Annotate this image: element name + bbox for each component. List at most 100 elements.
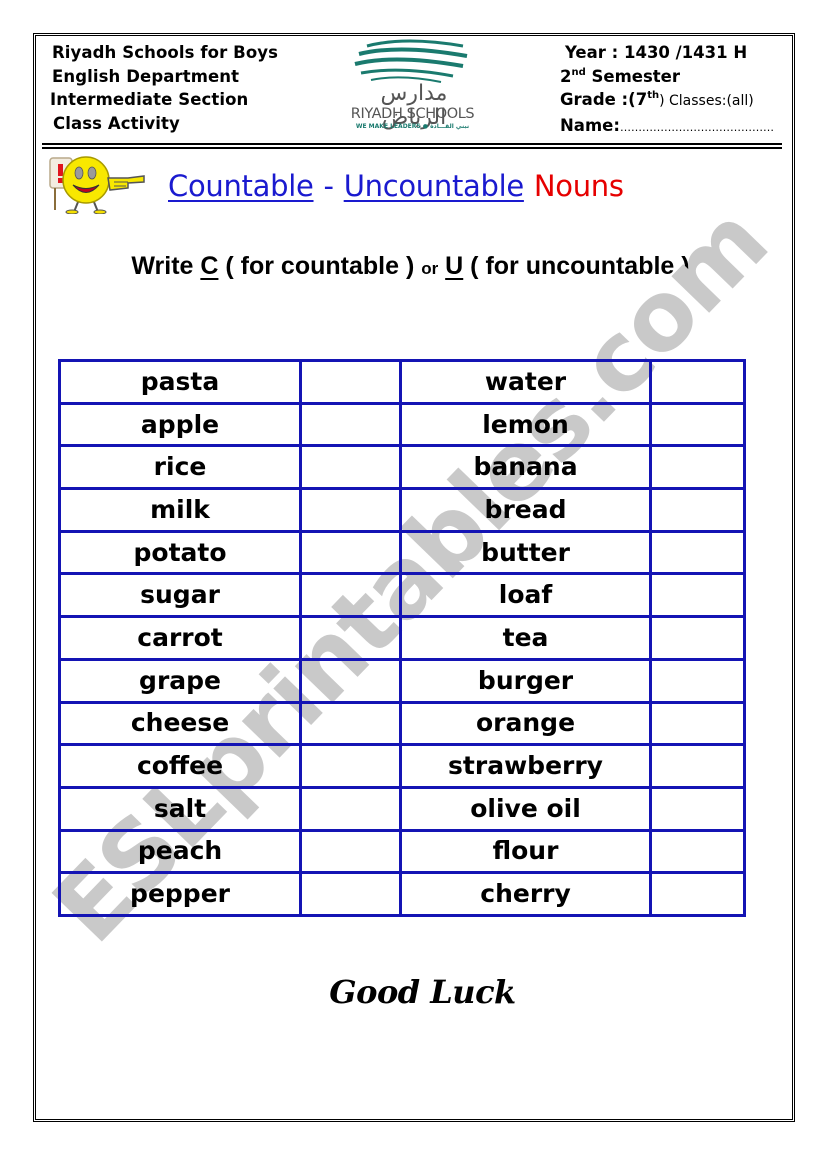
noun-cell-left: sugar xyxy=(57,572,303,619)
title-dash: - xyxy=(323,169,334,203)
answer-cell-right[interactable] xyxy=(648,572,747,619)
answer-cell-left[interactable] xyxy=(299,871,403,917)
school-info: Riyadh Schools for Boys English Departme… xyxy=(50,41,279,135)
noun-cell-right: bread xyxy=(399,487,652,533)
answer-cell-right[interactable] xyxy=(648,359,747,405)
instruction-for-uncountable: ( for uncountable ) xyxy=(463,252,690,280)
table-row: grape burger xyxy=(57,657,747,704)
table-row: cheese orange xyxy=(57,700,747,747)
table-row: peach flour xyxy=(57,828,747,875)
noun-cell-right: strawberry xyxy=(399,743,652,789)
noun-cell-left: potato xyxy=(57,529,303,576)
section: Intermediate Section xyxy=(50,90,249,109)
semester-number: 2 xyxy=(560,66,572,86)
noun-cell-right: lemon xyxy=(399,401,652,448)
table-row: carrot tea xyxy=(57,615,747,661)
noun-cell-right: water xyxy=(399,359,652,405)
table-row: sugar loaf xyxy=(57,572,747,619)
classes: Classes:(all) xyxy=(664,93,754,109)
table-row: rice banana xyxy=(57,444,747,491)
answer-cell-right[interactable] xyxy=(648,743,747,789)
answer-cell-right[interactable] xyxy=(648,444,747,491)
noun-cell-left: salt xyxy=(57,785,303,832)
noun-cell-right: cherry xyxy=(399,871,652,917)
answer-cell-left[interactable] xyxy=(299,700,403,747)
table-row: pasta water xyxy=(57,359,747,405)
student-name-field[interactable]: Name:…………………………………… xyxy=(560,114,774,140)
semester-label: Semester xyxy=(585,66,681,86)
title-uncountable: Uncountable xyxy=(343,169,525,203)
answer-cell-right[interactable] xyxy=(648,871,747,917)
smiley-pointing-mascot-icon xyxy=(46,152,148,215)
instruction-or: or xyxy=(421,259,439,278)
department: English Department xyxy=(52,66,240,86)
title-countable: Countable xyxy=(168,169,314,203)
noun-cell-left: apple xyxy=(57,401,303,448)
noun-cell-right: butter xyxy=(399,529,652,576)
answer-cell-left[interactable] xyxy=(299,401,403,448)
noun-cell-left: cheese xyxy=(57,700,303,747)
instruction: Write C ( for countable ) or U ( for unc… xyxy=(0,248,821,287)
nouns-table: pasta water apple lemon rice banana milk bread p… xyxy=(57,359,747,917)
noun-cell-right: banana xyxy=(399,444,652,491)
answer-cell-left[interactable] xyxy=(299,444,403,491)
answer-cell-left[interactable] xyxy=(299,529,403,576)
answer-cell-left[interactable] xyxy=(299,828,403,875)
instruction-c-letter: C xyxy=(200,252,219,280)
noun-cell-left: milk xyxy=(57,487,303,533)
noun-cell-left: rice xyxy=(57,444,303,491)
table-row: apple lemon xyxy=(57,401,747,448)
academic-year: Year : 1430 /1431 H xyxy=(565,43,748,62)
table-row: pepper cherry xyxy=(57,871,747,917)
answer-cell-right[interactable] xyxy=(648,401,747,448)
title-nouns: Nouns xyxy=(533,169,624,203)
logo-tagline: WE MAKE LEADERS ● نبني القـــادة xyxy=(355,123,470,130)
grade-ordinal: th xyxy=(647,90,660,101)
header-separator xyxy=(42,143,782,149)
good-luck-message: Good Luck xyxy=(329,973,516,1011)
answer-cell-left[interactable] xyxy=(299,785,403,832)
semester-ordinal: nd xyxy=(571,66,586,78)
table-row: coffee strawberry xyxy=(57,743,747,789)
instruction-for-countable: ( for countable ) xyxy=(218,252,422,280)
noun-cell-right: loaf xyxy=(399,572,652,619)
answer-cell-right[interactable] xyxy=(648,657,747,704)
noun-cell-left: grape xyxy=(57,657,303,704)
answer-cell-right[interactable] xyxy=(648,487,747,533)
grade: Grade :(7th) Classes:(all) xyxy=(560,88,774,114)
table-row: milk bread xyxy=(57,487,747,533)
answer-cell-left[interactable] xyxy=(299,572,403,619)
noun-cell-left: pepper xyxy=(57,871,303,917)
answer-cell-left[interactable] xyxy=(299,359,403,405)
answer-cell-right[interactable] xyxy=(648,828,747,875)
answer-cell-left[interactable] xyxy=(299,657,403,704)
class-info: Year : 1430 /1431 H 2nd Semester Grade :… xyxy=(560,41,774,139)
noun-cell-right: olive oil xyxy=(399,785,652,832)
noun-cell-left: pasta xyxy=(57,359,303,405)
noun-cell-right: flour xyxy=(399,828,652,875)
noun-cell-left: peach xyxy=(57,828,303,875)
answer-cell-right[interactable] xyxy=(648,700,747,747)
name-label: Name: xyxy=(560,115,620,135)
instruction-u-letter: U xyxy=(445,252,464,280)
riyadh-schools-logo: مدارس الرياض RIYADH SCHOOLS WE MAKE LEAD… xyxy=(345,38,480,133)
answer-cell-right[interactable] xyxy=(648,615,747,661)
noun-cell-right: burger xyxy=(399,657,652,704)
noun-cell-right: tea xyxy=(399,615,652,661)
table-row: potato butter xyxy=(57,529,747,576)
table-row: salt olive oil xyxy=(57,785,747,832)
answer-cell-right[interactable] xyxy=(648,529,747,576)
activity-type: Class Activity xyxy=(53,113,180,133)
answer-cell-right[interactable] xyxy=(648,785,747,832)
noun-cell-right: orange xyxy=(399,700,652,747)
noun-cell-left: carrot xyxy=(57,615,303,661)
semester: 2nd Semester xyxy=(560,65,774,89)
worksheet-title: Countable - Uncountable Nouns xyxy=(168,166,624,206)
answer-cell-left[interactable] xyxy=(299,743,403,789)
school-name: Riyadh Schools for Boys xyxy=(52,43,279,62)
answer-cell-left[interactable] xyxy=(299,487,403,533)
grade-label: Grade :(7 xyxy=(560,90,648,109)
logo-swoosh-icon xyxy=(354,39,468,83)
name-blank[interactable]: …………………………………… xyxy=(620,121,774,134)
answer-cell-left[interactable] xyxy=(299,615,403,661)
